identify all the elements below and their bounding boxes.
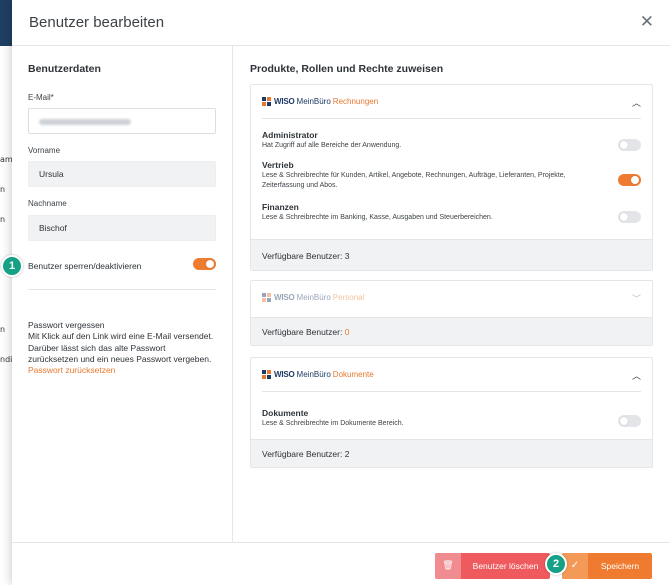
available-users-footer: Verfügbare Benutzer: 3 xyxy=(251,239,652,270)
dialog-title: Benutzer bearbeiten xyxy=(29,14,165,31)
background-text: ndi xyxy=(0,355,12,364)
close-icon[interactable]: ✕ xyxy=(640,13,654,31)
product-card-header[interactable]: WISO MeinBüro Rechnungen ︿ xyxy=(262,85,641,119)
product-card-header[interactable]: WISO MeinBüro Personal ﹀ xyxy=(262,281,641,315)
dialog-header: Benutzer bearbeiten ✕ xyxy=(12,0,670,46)
available-users-footer: Verfügbare Benutzer: 0 xyxy=(251,317,652,345)
wiso-meinbuero-logo: WISO MeinBüro Rechnungen xyxy=(262,97,378,106)
blurred-email xyxy=(39,118,131,125)
save-button[interactable]: ✓ Speichern xyxy=(562,553,652,579)
role-administrator: Administrator Hat Zugriff auf alle Berei… xyxy=(262,130,402,149)
available-users-count: 0 xyxy=(344,327,350,337)
password-text-line: Darüber lässt sich das alte Passwort xyxy=(28,342,166,353)
lock-user-toggle[interactable] xyxy=(193,258,216,270)
first-name-field[interactable]: Ursula xyxy=(28,161,216,187)
chevron-down-icon[interactable]: ﹀ xyxy=(632,292,641,305)
edit-user-dialog: Benutzer bearbeiten ✕ Benutzerdaten E-Ma… xyxy=(12,0,670,585)
password-title: Passwort vergessen xyxy=(28,320,105,330)
chevron-up-icon[interactable]: ︿ xyxy=(632,369,641,382)
role-finanzen: Finanzen Lese & Schreibrechte im Banking… xyxy=(262,202,493,221)
last-name-label: Nachname xyxy=(28,199,67,208)
annotation-marker: 1 xyxy=(1,255,23,277)
available-users-label: Verfügbare Benutzer: xyxy=(262,449,343,459)
background-text: n xyxy=(0,215,6,224)
product-name: Dokumente xyxy=(332,370,374,379)
lock-user-label: Benutzer sperren/deaktivieren xyxy=(28,261,142,271)
trash-icon: 🗑 xyxy=(435,553,461,579)
role-administrator-toggle[interactable] xyxy=(618,139,641,151)
available-users-count: 2 xyxy=(344,449,350,459)
available-users-footer: Verfügbare Benutzer: 2 xyxy=(251,439,652,467)
first-name-label: Vorname xyxy=(28,146,61,155)
available-users-count: 3 xyxy=(344,251,350,261)
product-card-header[interactable]: WISO MeinBüro Dokumente ︿ xyxy=(262,358,641,392)
wiso-logo-icon xyxy=(262,293,272,302)
background-text: n xyxy=(0,185,6,194)
role-dokumente-toggle[interactable] xyxy=(618,415,641,427)
background-header xyxy=(0,0,12,46)
last-name-field[interactable]: Bischof xyxy=(28,215,216,241)
wiso-logo-icon xyxy=(262,370,272,379)
email-field[interactable] xyxy=(28,108,216,134)
available-users-label: Verfügbare Benutzer: xyxy=(262,327,343,337)
email-label: E-Mail* xyxy=(28,93,54,102)
divider xyxy=(28,289,216,290)
user-data-panel: Benutzerdaten E-Mail* Vorname Ursula Nac… xyxy=(12,46,233,542)
products-panel: Produkte, Rollen und Rechte zuweisen WIS… xyxy=(234,46,670,542)
password-text-line: Mit Klick auf den Link wird eine E-Mail … xyxy=(28,331,214,342)
background-page xyxy=(0,0,12,585)
available-users-label: Verfügbare Benutzer: xyxy=(262,251,343,261)
delete-user-button[interactable]: 🗑 Benutzer löschen xyxy=(435,553,550,579)
password-text-line: zurücksetzen und ein neues Passwort verg… xyxy=(28,353,212,364)
product-name: Personal xyxy=(332,293,365,302)
role-vertrieb-toggle[interactable] xyxy=(618,174,641,186)
product-card-dokumente: WISO MeinBüro Dokumente ︿ Dokumente Lese… xyxy=(250,357,653,468)
background-text: ame xyxy=(0,155,12,164)
reset-password-link[interactable]: Passwort zurücksetzen xyxy=(28,365,228,376)
product-name: Rechnungen xyxy=(332,97,379,106)
password-section: Passwort vergessen Mit Klick auf den Lin… xyxy=(28,320,228,376)
annotation-marker: 2 xyxy=(545,553,567,575)
wiso-meinbuero-logo: WISO MeinBüro Dokumente xyxy=(262,370,374,379)
wiso-meinbuero-logo: WISO MeinBüro Personal xyxy=(262,293,364,302)
product-card-rechnungen: WISO MeinBüro Rechnungen ︿ Administrator… xyxy=(250,84,653,271)
role-vertrieb: Vertrieb Lese & Schreibrechte für Kunden… xyxy=(262,160,566,189)
product-card-personal: WISO MeinBüro Personal ﹀ Verfügbare Benu… xyxy=(250,280,653,346)
wiso-logo-icon xyxy=(262,97,272,106)
role-finanzen-toggle[interactable] xyxy=(618,211,641,223)
products-heading: Produkte, Rollen und Rechte zuweisen xyxy=(250,63,444,75)
chevron-up-icon[interactable]: ︿ xyxy=(632,96,641,109)
background-text: n xyxy=(0,325,6,334)
dialog-footer: 🗑 Benutzer löschen ✓ Speichern xyxy=(12,542,670,585)
user-data-heading: Benutzerdaten xyxy=(28,63,101,75)
role-dokumente: Dokumente Lese & Schreibrechte im Dokume… xyxy=(262,408,404,427)
